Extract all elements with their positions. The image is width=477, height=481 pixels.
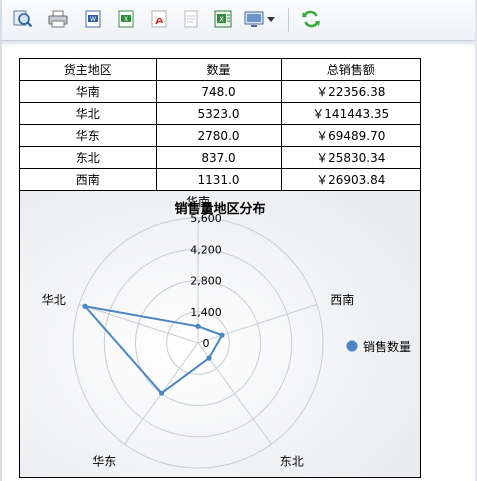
chevron-down-icon — [267, 17, 275, 22]
region-cell: 西南 — [20, 168, 157, 191]
refresh-icon[interactable] — [300, 8, 322, 30]
radial-tick-label: 0 — [203, 337, 210, 350]
excel-export-icon[interactable]: X — [115, 8, 137, 30]
data-point[interactable] — [195, 323, 201, 329]
data-point[interactable] — [219, 332, 225, 338]
region-cell: 东北 — [20, 146, 157, 169]
data-point[interactable] — [158, 390, 165, 396]
radial-tick-label: 1,400 — [190, 306, 222, 319]
display-mode-dropdown[interactable] — [244, 8, 278, 30]
text-export-icon[interactable] — [180, 8, 202, 30]
sales-cell: ￥141443.35 — [280, 102, 420, 125]
table-row: 西南 1131.0 ￥26903.84 — [20, 168, 420, 191]
quantity-cell: 1131.0 — [155, 168, 282, 191]
quantity-cell: 5323.0 — [155, 102, 282, 125]
report-toolbar: W X X — [2, 0, 475, 41]
region-cell: 华南 — [20, 80, 157, 103]
table-row: 东北 837.0 ￥25830.34 — [20, 146, 420, 169]
table-row: 华南 748.0 ￥22356.38 — [20, 80, 420, 103]
category-label: 华南 — [186, 194, 210, 209]
radial-tick-label: 5,600 — [190, 212, 222, 225]
category-label: 东北 — [280, 454, 304, 468]
quantity-cell: 748.0 — [155, 80, 282, 103]
data-point[interactable] — [82, 303, 88, 309]
category-label: 西南 — [330, 292, 354, 307]
table-row: 华北 5323.0 ￥141443.35 — [20, 102, 420, 125]
radar-chart-container: 销售量地区分布 0 1,400 2,800 4,200 5,600 华南 西南 东北 华东 华北 … — [20, 191, 420, 477]
category-label: 华北 — [42, 293, 66, 307]
radar-chart: 销售量地区分布 01,4002,8004,2005,600华南西南东北华东华北 … — [20, 191, 420, 477]
report-area: 货主地区 数量 总销售额 华南 748.0 ￥22356.38 华北 5323.… — [19, 58, 421, 478]
sales-cell: ￥69489.70 — [280, 124, 420, 147]
radial-tick-label: 2,800 — [190, 275, 222, 288]
quantity-cell: 2780.0 — [155, 124, 282, 147]
search-icon[interactable] — [12, 8, 34, 30]
frame-left-border — [0, 0, 2, 481]
svg-text:W: W — [90, 16, 96, 23]
sales-cell: ￥22356.38 — [280, 80, 420, 103]
toolbar-shadow — [2, 41, 475, 47]
quantity-cell: 837.0 — [155, 146, 282, 169]
display-mode-icon — [244, 11, 275, 27]
region-cell: 华东 — [20, 124, 157, 147]
column-header: 货主地区 — [20, 59, 157, 81]
region-cell: 华北 — [20, 102, 157, 125]
column-header: 数量 — [155, 59, 282, 81]
table-row: 华东 2780.0 ￥69489.70 — [20, 124, 420, 147]
word-export-icon[interactable]: W — [82, 8, 104, 30]
excel-sheet-export-icon[interactable]: X — [212, 8, 234, 30]
toolbar-separator — [288, 8, 289, 32]
category-label: 华东 — [92, 454, 116, 468]
legend-label: 销售数量 — [363, 339, 411, 354]
legend-marker — [346, 340, 358, 352]
sales-table: 货主地区 数量 总销售额 华南 748.0 ￥22356.38 华北 5323.… — [20, 59, 420, 191]
svg-text:X: X — [124, 16, 128, 23]
pdf-export-icon[interactable] — [148, 8, 170, 30]
svg-text:X: X — [219, 16, 224, 24]
data-point[interactable] — [206, 355, 212, 361]
table-header-row: 货主地区 数量 总销售额 — [20, 59, 420, 81]
sales-cell: ￥25830.34 — [280, 146, 420, 169]
column-header: 总销售额 — [280, 59, 420, 81]
sales-cell: ￥26903.84 — [280, 168, 420, 191]
print-icon[interactable] — [47, 8, 69, 30]
radial-tick-label: 4,200 — [190, 243, 222, 256]
